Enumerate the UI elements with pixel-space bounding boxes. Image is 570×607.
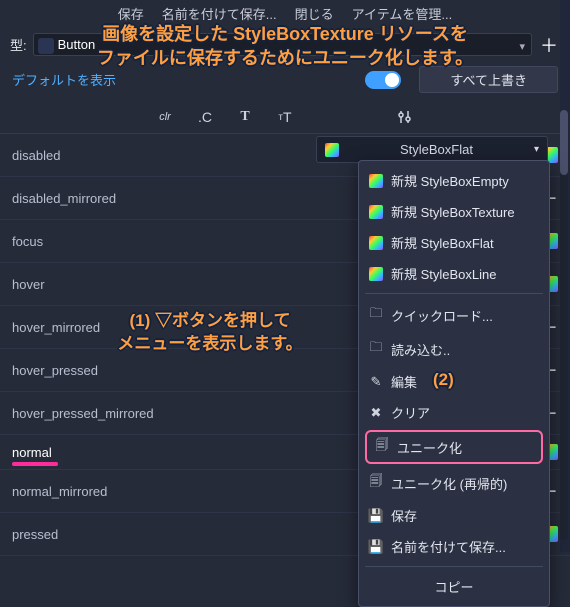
pencil-icon: ✎	[369, 374, 383, 390]
defaults-row: デフォルトを表示 すべて上書き	[0, 62, 570, 101]
menu-new-styleboxtexture[interactable]: 新規 StyleBoxTexture	[359, 196, 549, 227]
close-link[interactable]: 閉じる	[295, 4, 334, 23]
copy-icon: 🗐	[375, 436, 389, 458]
scroll-thumb[interactable]	[560, 110, 568, 175]
menu-label: 新規 StyleBoxEmpty	[391, 171, 509, 190]
highlight-underline	[12, 462, 58, 466]
menu-clear[interactable]: ✖ クリア	[359, 397, 549, 428]
button-type-icon	[38, 38, 54, 54]
prop-label: normal_mirrored	[12, 484, 107, 499]
menu-save-as[interactable]: 💾 名前を付けて保存...	[359, 531, 549, 562]
filter-color-icon[interactable]: clr	[155, 107, 175, 127]
menu-label: 新規 StyleBoxLine	[391, 264, 497, 283]
menu-label: 読み込む..	[391, 340, 450, 359]
folder-icon: 🗀	[369, 304, 383, 326]
menu-separator	[365, 566, 543, 567]
menu-label: クリア	[391, 403, 430, 422]
menu-make-unique-recursive[interactable]: 🗐 ユニーク化 (再帰的)	[359, 466, 549, 500]
stylebox-resource-header[interactable]: StyleBoxFlat ▾	[316, 136, 548, 163]
menu-label: 編集	[391, 372, 417, 391]
show-default-link[interactable]: デフォルトを表示	[12, 70, 116, 89]
menu-edit[interactable]: ✎ 編集	[359, 366, 549, 397]
menu-label: 保存	[391, 506, 417, 525]
chevron-down-icon: ▾	[519, 40, 525, 53]
clear-icon: ✖	[369, 405, 383, 421]
menu-label: ユニーク化 (再帰的)	[391, 474, 507, 493]
menu-label: 名前を付けて保存...	[391, 537, 506, 556]
menu-quickload[interactable]: 🗀 クイックロード...	[359, 298, 549, 332]
type-select[interactable]: Button ▾	[33, 33, 532, 56]
save-icon: 💾	[369, 508, 383, 524]
menu-label: 新規 StyleBoxTexture	[391, 202, 515, 221]
menu-save[interactable]: 💾 保存	[359, 500, 549, 531]
resource-context-menu: 新規 StyleBoxEmpty 新規 StyleBoxTexture 新規 S…	[358, 160, 550, 607]
menu-new-styleboxline[interactable]: 新規 StyleBoxLine	[359, 258, 549, 289]
stylebox-icon	[369, 236, 383, 250]
filter-row: clr .C T тT	[0, 101, 570, 134]
menu-label: クイックロード...	[391, 306, 493, 325]
chevron-down-icon: ▾	[534, 144, 539, 155]
copy-icon: 🗐	[369, 472, 383, 494]
add-type-button[interactable]: ＋	[538, 34, 560, 56]
prop-label: disabled_mirrored	[12, 191, 116, 206]
save-icon: 💾	[369, 539, 383, 555]
stylebox-icon	[325, 143, 339, 157]
prop-label: hover_pressed_mirrored	[12, 406, 154, 421]
save-link[interactable]: 保存	[118, 4, 144, 23]
type-value: Button	[58, 37, 96, 52]
menu-load[interactable]: 🗀 読み込む..	[359, 332, 549, 366]
filter-stylebox-icon[interactable]	[355, 107, 375, 127]
menu-make-unique[interactable]: 🗐 ユニーク化	[365, 430, 543, 464]
type-row: 型: Button ▾ ＋	[0, 27, 570, 62]
prop-label: hover_mirrored	[12, 320, 100, 335]
scrollbar[interactable]	[560, 110, 568, 540]
prop-label: focus	[12, 234, 43, 249]
filter-fontsize-icon[interactable]: тT	[275, 107, 295, 127]
menu-new-styleboxflat[interactable]: 新規 StyleBoxFlat	[359, 227, 549, 258]
menu-label: コピー	[434, 577, 473, 596]
filter-image-icon[interactable]	[315, 107, 335, 127]
prop-label: pressed	[12, 527, 58, 542]
stylebox-type-label: StyleBoxFlat	[347, 142, 526, 157]
filter-constant-icon[interactable]: .C	[195, 107, 215, 127]
stylebox-icon	[369, 267, 383, 281]
override-all-button[interactable]: すべて上書き	[419, 66, 558, 93]
menu-separator	[365, 293, 543, 294]
menu-new-styleboxempty[interactable]: 新規 StyleBoxEmpty	[359, 165, 549, 196]
type-label: 型:	[10, 35, 27, 54]
manage-items-link[interactable]: アイテムを管理...	[352, 4, 453, 23]
stylebox-icon	[369, 205, 383, 219]
save-as-link[interactable]: 名前を付けて保存...	[162, 4, 277, 23]
folder-icon: 🗀	[369, 338, 383, 360]
prop-label: normal	[12, 445, 52, 460]
menu-label: 新規 StyleBoxFlat	[391, 233, 494, 252]
filter-font-icon[interactable]: T	[235, 107, 255, 127]
menu-label: ユニーク化	[397, 438, 462, 457]
filter-settings-icon[interactable]	[395, 107, 415, 127]
prop-label: disabled	[12, 148, 60, 163]
menu-copy[interactable]: コピー	[359, 571, 549, 602]
show-default-toggle[interactable]	[365, 71, 401, 89]
prop-label: hover_pressed	[12, 363, 98, 378]
stylebox-icon	[369, 174, 383, 188]
prop-label: hover	[12, 277, 45, 292]
top-toolbar: 保存 名前を付けて保存... 閉じる アイテムを管理...	[0, 0, 570, 27]
